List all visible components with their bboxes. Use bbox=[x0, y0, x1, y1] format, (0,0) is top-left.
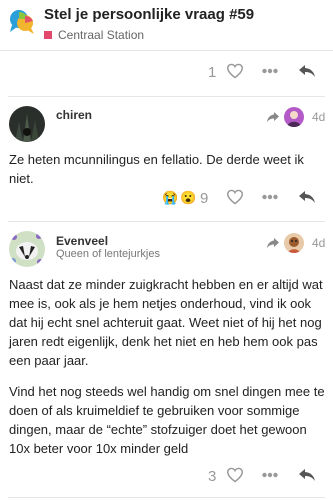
reply-to-arrow-icon bbox=[267, 238, 279, 248]
username[interactable]: chiren bbox=[56, 108, 92, 122]
post-divider bbox=[8, 497, 325, 498]
post-paragraph: Naast dat ze minder zuigkracht hebben en… bbox=[9, 277, 323, 368]
heart-icon[interactable] bbox=[226, 467, 244, 483]
category-color-swatch bbox=[44, 31, 52, 39]
reply-to-avatar-image bbox=[284, 233, 304, 253]
user-title: Queen of lentejurkjes bbox=[56, 248, 160, 260]
post-paragraph: Vind het nog steeds wel handig om snel d… bbox=[9, 384, 325, 456]
topic-header: Stel je persoonlijke vraag #59 Centraal … bbox=[0, 0, 333, 51]
heart-icon[interactable] bbox=[226, 189, 244, 205]
reply-icon[interactable] bbox=[298, 63, 316, 79]
site-logo-icon[interactable] bbox=[8, 8, 36, 36]
more-icon[interactable] bbox=[262, 194, 278, 200]
post-date[interactable]: 4d bbox=[312, 236, 325, 250]
reply-to-avatar[interactable] bbox=[284, 107, 304, 127]
like-count[interactable]: 3 bbox=[208, 468, 216, 485]
avatar[interactable] bbox=[9, 231, 45, 267]
post-date[interactable]: 4d bbox=[312, 110, 325, 124]
more-icon[interactable] bbox=[262, 472, 278, 478]
more-icon[interactable] bbox=[262, 68, 278, 74]
avatar[interactable] bbox=[9, 106, 45, 142]
avatar-image bbox=[9, 231, 45, 267]
topic-title[interactable]: Stel je persoonlijke vraag #59 bbox=[44, 6, 254, 23]
reaction-count[interactable]: 9 bbox=[200, 190, 208, 207]
post-divider bbox=[8, 96, 325, 97]
post-paragraph: Ze heten mcunnilingus en fellatio. De de… bbox=[9, 152, 304, 186]
reaction-surprised[interactable]: 😮 bbox=[180, 190, 196, 206]
category-name: Centraal Station bbox=[58, 28, 145, 42]
like-count[interactable]: 1 bbox=[208, 64, 216, 81]
post-divider bbox=[8, 221, 325, 222]
reply-to-avatar-image bbox=[284, 107, 304, 127]
reaction-cry[interactable]: 😭 bbox=[162, 190, 178, 206]
avatar-image bbox=[9, 106, 45, 142]
reply-to-avatar[interactable] bbox=[284, 233, 304, 253]
category-badge[interactable]: Centraal Station bbox=[44, 28, 144, 42]
post-body: Naast dat ze minder zuigkracht hebben en… bbox=[9, 275, 325, 470]
username[interactable]: Evenveel bbox=[56, 234, 108, 248]
reply-to-arrow-icon bbox=[267, 112, 279, 122]
reply-icon[interactable] bbox=[298, 189, 316, 205]
heart-icon[interactable] bbox=[226, 63, 244, 79]
reply-icon[interactable] bbox=[298, 467, 316, 483]
